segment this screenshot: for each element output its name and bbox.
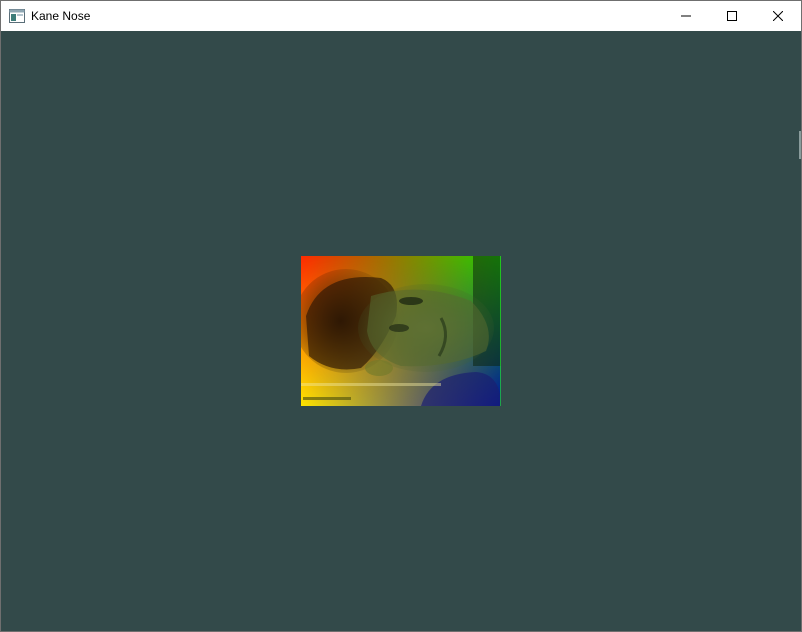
- close-icon: [773, 11, 783, 21]
- textured-quad: [301, 256, 501, 406]
- maximize-icon: [727, 11, 737, 21]
- app-window: Kane Nose: [0, 0, 802, 632]
- window-title: Kane Nose: [31, 9, 91, 23]
- title-bar[interactable]: Kane Nose: [1, 1, 801, 31]
- minimize-button[interactable]: [663, 1, 709, 31]
- render-canvas[interactable]: [1, 31, 801, 631]
- minimize-icon: [681, 15, 691, 17]
- resize-edge-marker: [799, 131, 801, 159]
- maximize-button[interactable]: [709, 1, 755, 31]
- close-button[interactable]: [755, 1, 801, 31]
- app-window-icon: [9, 8, 25, 24]
- window-controls: [663, 1, 801, 31]
